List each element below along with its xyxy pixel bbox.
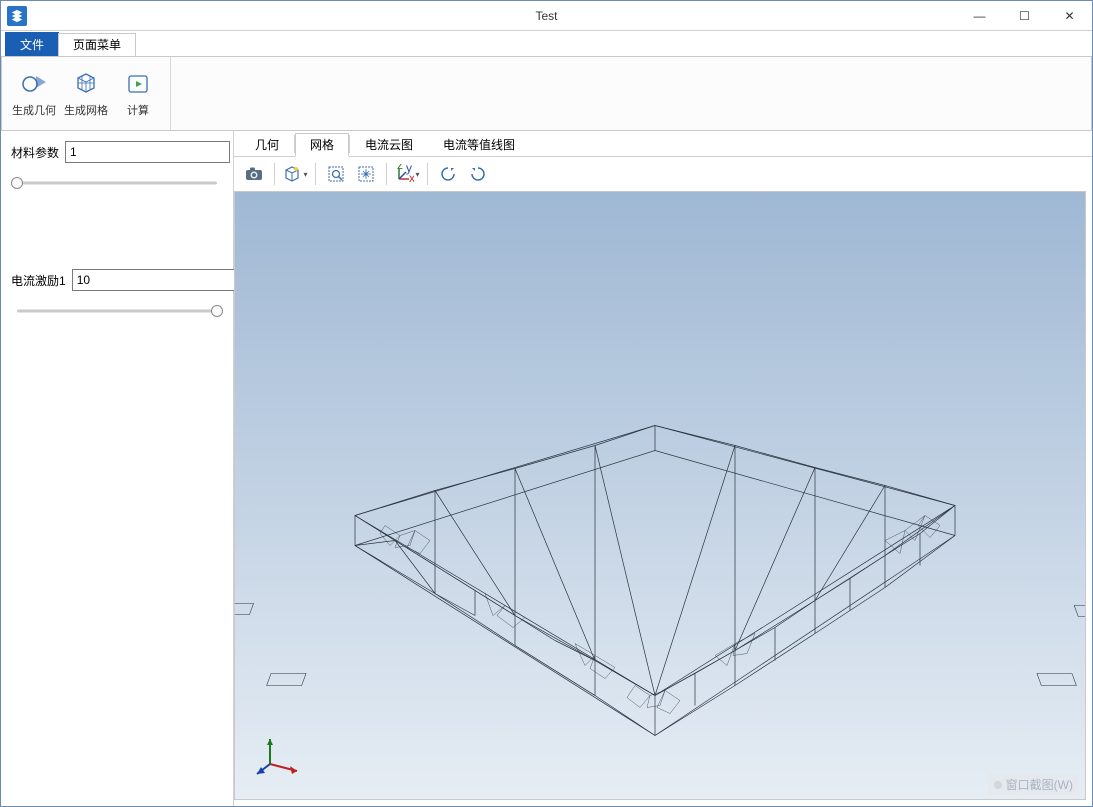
rotate-ccw-button[interactable] — [434, 160, 462, 188]
ribbon: 生成几何 生成网格 计算 — [1, 56, 1092, 131]
view-tab-current-contour[interactable]: 电流等值线图 — [428, 132, 530, 156]
current-excitation-slider[interactable] — [11, 301, 223, 321]
window-title: Test — [535, 9, 557, 23]
window-controls: ― ☐ ✕ — [957, 1, 1092, 31]
generate-geometry-icon — [20, 70, 48, 98]
fit-all-icon — [356, 164, 376, 184]
view-tab-current-cloud[interactable]: 电流云图 — [350, 132, 428, 156]
compute-icon — [124, 70, 152, 98]
chevron-down-icon: ▾ — [303, 170, 307, 179]
main-area: 材料参数 电流激励1 几何 网格 电流云图 电流等值线图 — [1, 131, 1092, 806]
camera-button[interactable] — [240, 160, 268, 188]
chevron-down-icon: ▾ — [415, 170, 419, 179]
view-tabs: 几何 网格 电流云图 电流等值线图 — [234, 131, 1092, 157]
coordinate-triad-icon — [255, 729, 305, 779]
3d-viewport[interactable]: 窗口截图(W) — [234, 191, 1086, 800]
viewport-toolbar: ▾ zxy ▾ — [234, 157, 1092, 191]
material-param-slider[interactable] — [11, 173, 223, 193]
tab-page-menu[interactable]: 页面菜单 — [58, 33, 136, 57]
view-tab-mesh[interactable]: 网格 — [295, 133, 349, 157]
compute-label: 计算 — [127, 102, 149, 118]
material-param-slider-thumb[interactable] — [11, 177, 23, 189]
compute-button[interactable]: 计算 — [112, 57, 164, 130]
generate-mesh-button[interactable]: 生成网格 — [60, 57, 112, 130]
fit-all-button[interactable] — [352, 160, 380, 188]
svg-text:z: z — [397, 164, 403, 172]
menu-tabs: 文件 页面菜单 — [1, 31, 1092, 56]
maximize-button[interactable]: ☐ — [1002, 1, 1047, 31]
rotate-cw-icon — [468, 164, 488, 184]
minimize-button[interactable]: ― — [957, 1, 1002, 31]
rotate-ccw-icon — [438, 164, 458, 184]
app-icon — [7, 6, 27, 26]
watermark-dot-icon — [994, 781, 1002, 789]
ribbon-group: 生成几何 生成网格 计算 — [8, 57, 171, 130]
current-excitation-slider-thumb[interactable] — [211, 305, 223, 317]
right-panel: 几何 网格 电流云图 电流等值线图 ▾ z — [234, 131, 1092, 806]
svg-text:y: y — [406, 164, 412, 175]
generate-mesh-label: 生成网格 — [64, 102, 108, 118]
axes-button[interactable]: zxy ▾ — [393, 160, 421, 188]
generate-geometry-label: 生成几何 — [12, 102, 56, 118]
material-param-input[interactable] — [65, 141, 230, 163]
mesh-wireframe — [235, 192, 1085, 799]
close-button[interactable]: ✕ — [1047, 1, 1092, 31]
material-param-label: 材料参数 — [11, 144, 59, 161]
generate-mesh-icon — [72, 70, 100, 98]
zoom-window-button[interactable] — [322, 160, 350, 188]
left-panel: 材料参数 电流激励1 — [1, 131, 234, 806]
current-excitation-label: 电流激励1 — [11, 272, 66, 289]
current-excitation-input[interactable] — [72, 269, 237, 291]
watermark: 窗口截图(W) — [988, 774, 1079, 795]
axes-icon: zxy — [394, 164, 414, 184]
scenelight-icon — [282, 164, 302, 184]
current-excitation-row: 电流激励1 — [11, 269, 223, 291]
camera-icon — [244, 164, 264, 184]
title-bar: Test ― ☐ ✕ — [1, 1, 1092, 31]
zoom-window-icon — [326, 164, 346, 184]
watermark-text: 窗口截图(W) — [1006, 776, 1073, 793]
view-tab-geometry[interactable]: 几何 — [240, 132, 294, 156]
scenelight-button[interactable]: ▾ — [281, 160, 309, 188]
tab-file[interactable]: 文件 — [5, 32, 59, 56]
material-param-row: 材料参数 — [11, 141, 223, 163]
generate-geometry-button[interactable]: 生成几何 — [8, 57, 60, 130]
rotate-cw-button[interactable] — [464, 160, 492, 188]
